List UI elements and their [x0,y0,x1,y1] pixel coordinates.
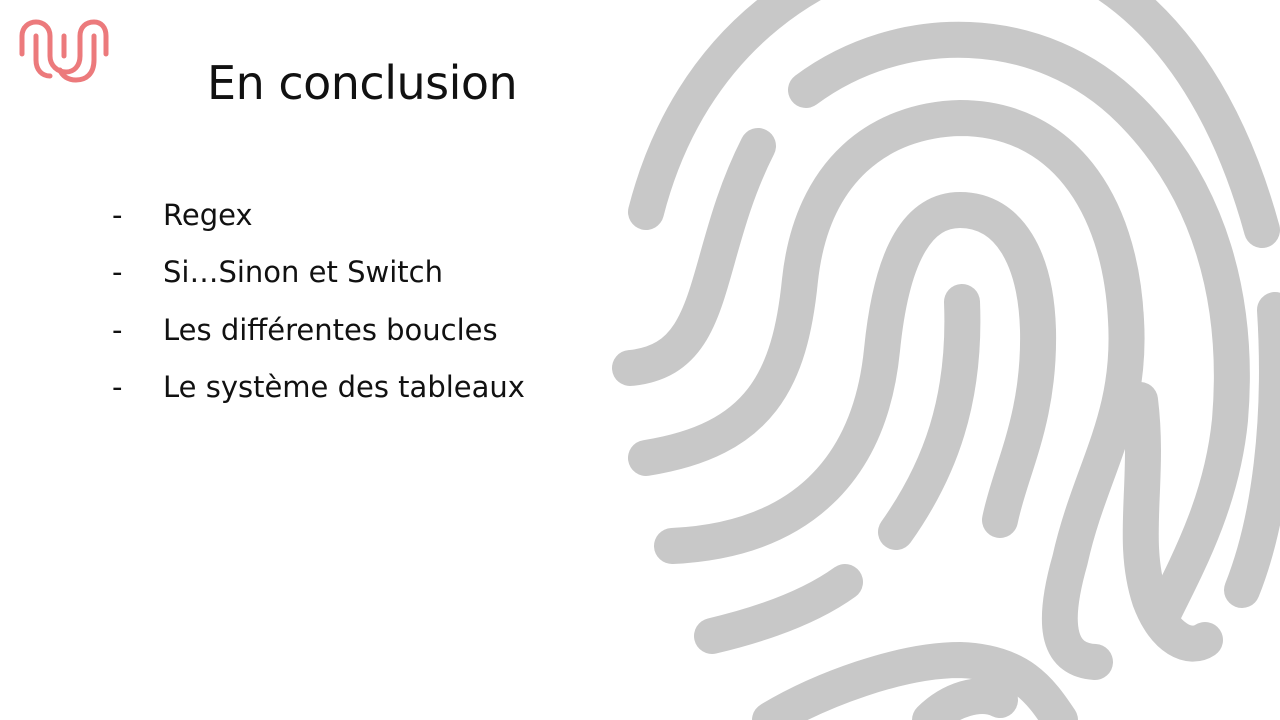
bullet-marker: - [112,370,123,405]
slide-title: En conclusion [207,56,518,110]
list-item: - Le système des tableaux [112,359,525,417]
bullet-text: Les différentes boucles [163,312,498,347]
slide: En conclusion - Regex - Si…Sinon et Swit… [0,0,1280,720]
bullet-marker: - [112,255,123,290]
bullet-list: - Regex - Si…Sinon et Switch - Les diffé… [112,186,525,416]
list-item: - Les différentes boucles [112,301,525,359]
bullet-text: Regex [163,197,253,232]
bullet-text: Si…Sinon et Switch [163,255,443,290]
list-item: - Si…Sinon et Switch [112,244,525,302]
bullet-marker: - [112,312,123,347]
bullet-text: Le système des tableaux [163,370,525,405]
bullet-marker: - [112,197,123,232]
list-item: - Regex [112,186,525,244]
brand-logo-icon [19,19,109,83]
